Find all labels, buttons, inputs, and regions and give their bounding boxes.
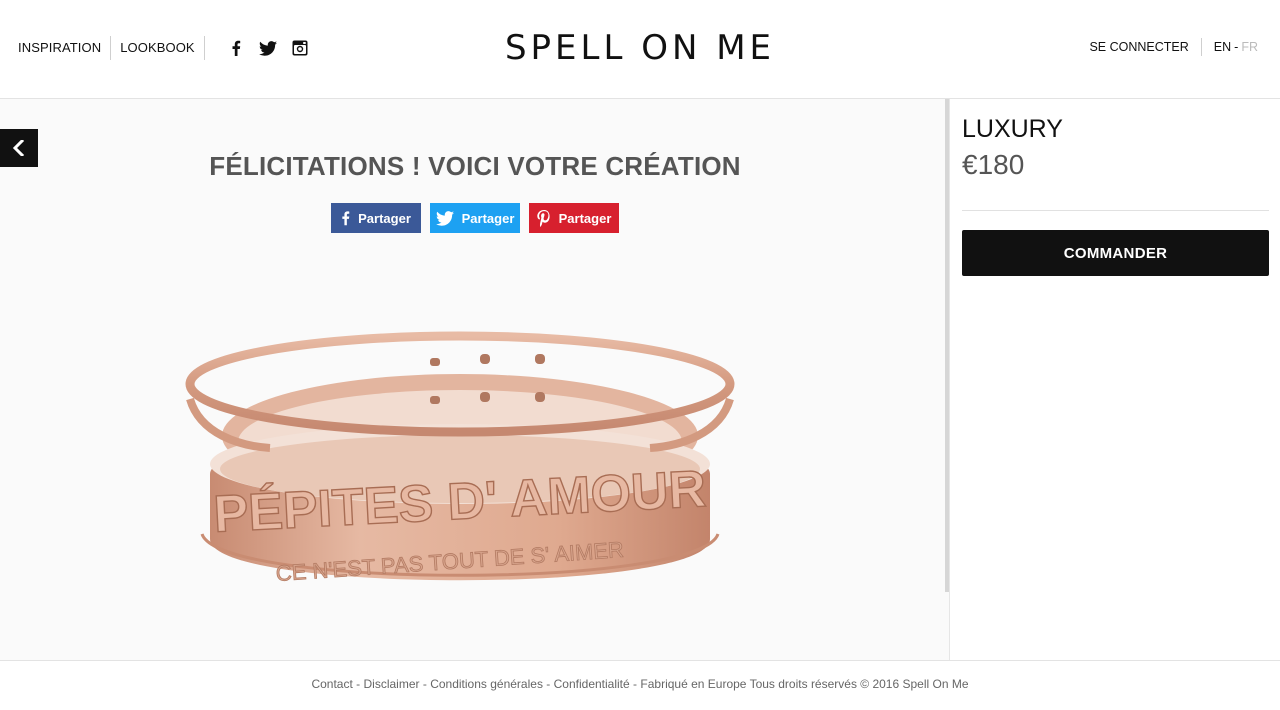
account-nav: SE CONNECTER EN - FR (1089, 36, 1258, 58)
footer-privacy-link[interactable]: Confidentialité (554, 677, 630, 691)
footer-links: Contact - Disclaimer - Conditions généra… (0, 677, 1280, 691)
footer-separator: - (546, 677, 554, 691)
page-title: FÉLICITATIONS ! VOICI VOTRE CRÉATION (209, 151, 741, 181)
product-price: €180 (962, 149, 1025, 180)
pinterest-icon (536, 209, 550, 227)
site-logo[interactable]: SPELL ON ME (0, 28, 1280, 68)
lang-fr[interactable]: FR (1241, 40, 1258, 54)
footer-separator: - (356, 677, 364, 691)
share-buttons: Partager Partager Partager (0, 203, 950, 233)
nav-divider (1200, 38, 1202, 56)
share-twitter-button[interactable]: Partager (430, 203, 520, 233)
order-button[interactable]: COMMANDER (962, 230, 1269, 276)
share-facebook-button[interactable]: Partager (331, 203, 421, 233)
share-pinterest-button[interactable]: Partager (529, 203, 619, 233)
facebook-icon (342, 211, 350, 226)
share-pinterest-label: Partager (558, 210, 612, 226)
lang-en[interactable]: EN (1214, 40, 1231, 54)
footer-disclaimer-link[interactable]: Disclaimer (364, 677, 420, 691)
twitter-icon (435, 210, 454, 226)
share-facebook-label: Partager (358, 210, 411, 226)
share-twitter-label: Partager (461, 210, 515, 226)
creation-preview: FÉLICITATIONS ! VOICI VOTRE CRÉATION Par… (0, 99, 950, 660)
footer-copyright: Fabriqué en Europe Tous droits réservés … (640, 677, 969, 691)
login-link[interactable]: SE CONNECTER (1089, 40, 1200, 54)
site-header: INSPIRATION LOOKBOOK SPELL ON ME SE CONN… (0, 0, 1280, 99)
footer-terms-link[interactable]: Conditions générales (430, 677, 543, 691)
divider (962, 210, 1269, 211)
bracelet-image: PÉPITES D' AMOUR CE N'EST PAS TOUT DE S'… (185, 331, 735, 587)
scrollbar[interactable] (945, 99, 949, 592)
site-footer: Contact - Disclaimer - Conditions généra… (0, 660, 1280, 710)
order-panel: LUXURY €180 COMMANDER (951, 99, 1280, 660)
lang-separator: - (1234, 40, 1239, 54)
footer-contact-link[interactable]: Contact (311, 677, 352, 691)
product-name: LUXURY (962, 115, 1063, 143)
